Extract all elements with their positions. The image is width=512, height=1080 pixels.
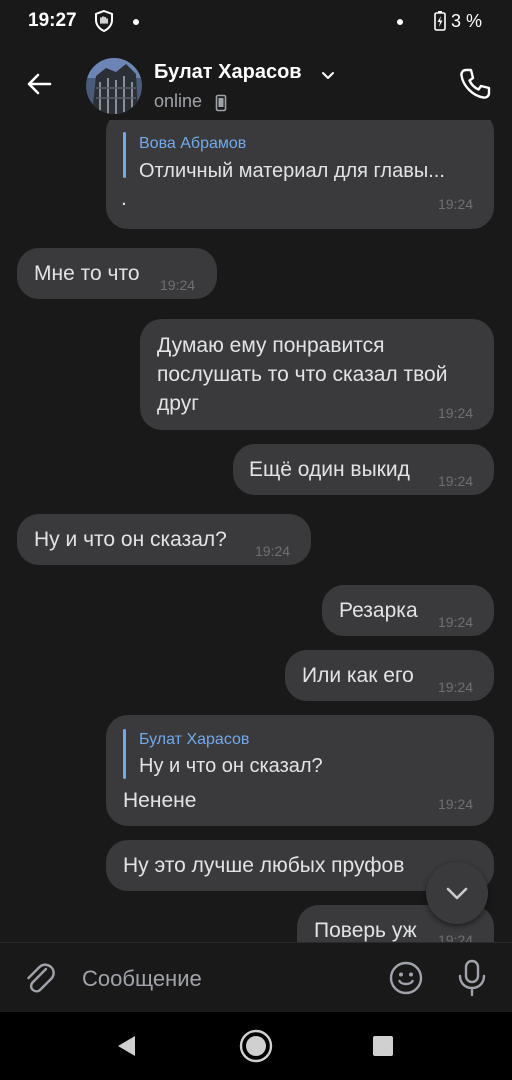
message-text: Ненене (123, 789, 197, 812)
message-bubble-incoming[interactable]: Ну и что он сказал? 19:24 (17, 514, 311, 565)
message-text: Ну это лучше любых пруфов (123, 854, 405, 877)
chat-header: Булат Харасов online (0, 44, 512, 126)
message-time: 19:24 (438, 405, 474, 421)
status-bar: 19:27 3 % (0, 0, 512, 44)
reply-author: Булат Харасов (139, 731, 250, 748)
message-bubble-outgoing[interactable]: Или как его 19:24 (285, 650, 494, 701)
microphone-icon[interactable] (453, 957, 491, 999)
nav-back-icon[interactable] (114, 1033, 140, 1059)
reply-author: Вова Абрамов (139, 135, 247, 152)
message-text: Мне то что (34, 262, 140, 285)
message-composer (0, 942, 512, 1013)
avatar[interactable] (86, 58, 142, 114)
nav-recents-icon[interactable] (372, 1035, 394, 1057)
reply-text: Ну и что он сказал? (139, 755, 323, 777)
hand-shield-icon (95, 9, 113, 33)
message-time: 19:24 (438, 614, 474, 630)
message-text: Ну и что он сказал? (34, 528, 227, 551)
message-bubble-outgoing[interactable]: Думаю ему понравится послушать то что ск… (140, 319, 494, 430)
message-bubble-outgoing[interactable]: Ещё один выкид 19:24 (233, 444, 494, 495)
contact-status: online (154, 91, 203, 111)
message-list[interactable]: Вова Абрамов Отличный материал для главы… (0, 120, 512, 942)
paperclip-icon[interactable] (20, 959, 58, 997)
contact-name[interactable]: Булат Харасов (154, 61, 302, 84)
message-text: Резарка (339, 599, 418, 622)
message-bubble-outgoing[interactable]: Булат Харасов Ну и что он сказал? Ненене… (106, 715, 494, 826)
message-text: Или как его (302, 664, 414, 687)
message-time: 19:24 (438, 932, 474, 942)
message-time: 19:24 (160, 277, 196, 293)
system-navigation-bar (0, 1012, 512, 1080)
reply-quote-bar (123, 132, 126, 178)
message-time: 19:24 (438, 679, 474, 695)
notification-dot-icon (133, 19, 139, 25)
message-bubble-outgoing[interactable]: Вова Абрамов Отличный материал для главы… (106, 120, 494, 229)
mobile-device-icon (215, 94, 227, 112)
reply-quote-bar (123, 729, 126, 779)
scroll-to-bottom-button[interactable] (426, 862, 488, 924)
message-bubble-outgoing[interactable]: Резарка 19:24 (322, 585, 494, 636)
notification-dot-icon (397, 19, 403, 25)
phone-icon[interactable] (455, 64, 495, 104)
status-time: 19:27 (28, 10, 77, 31)
battery-percent: 3 % (451, 11, 483, 31)
message-text: Поверь уж (314, 919, 417, 942)
battery-charging-icon (434, 11, 446, 31)
message-time: 19:24 (255, 543, 291, 559)
smile-icon[interactable] (387, 959, 425, 997)
chevron-down-icon (446, 887, 468, 900)
nav-home-icon[interactable] (238, 1028, 274, 1064)
reply-text: Отличный материал для главы... (139, 160, 445, 182)
message-time: 19:24 (438, 196, 474, 212)
message-text: . (121, 187, 127, 210)
message-input[interactable] (80, 961, 374, 997)
arrow-left-icon[interactable] (20, 64, 60, 104)
message-bubble-incoming[interactable]: Мне то что 19:24 (17, 248, 217, 299)
chevron-down-icon[interactable] (320, 69, 336, 81)
message-time: 19:24 (438, 473, 474, 489)
message-text: Ещё один выкид (249, 458, 410, 481)
message-time: 19:24 (438, 796, 474, 812)
